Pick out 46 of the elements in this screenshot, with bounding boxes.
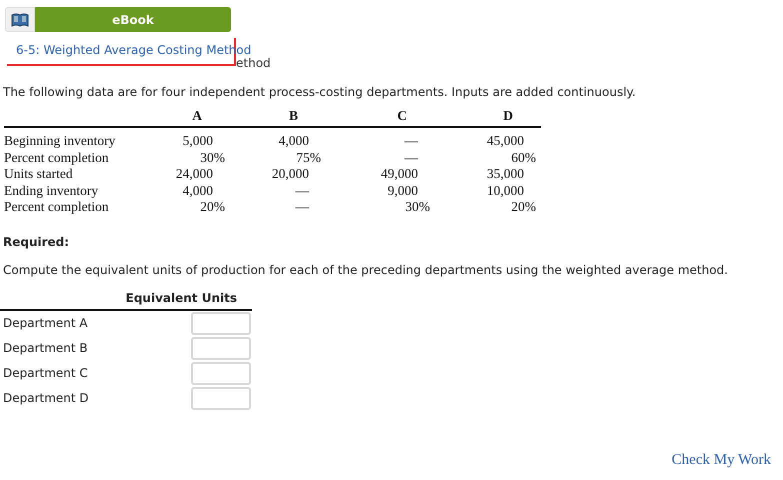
column-header: C <box>397 108 408 125</box>
table-cell-text: 9,000 <box>388 182 419 199</box>
check-my-work-link[interactable]: Check My Work <box>672 452 771 468</box>
heading-text: ethod <box>236 56 271 70</box>
table-cell-text: — <box>404 133 420 150</box>
table-cell-text: 45,000 <box>486 133 525 150</box>
table-cell: 30% <box>405 199 430 216</box>
answer-input[interactable] <box>191 386 251 410</box>
column-header: A <box>192 108 203 125</box>
table-cell: 20% <box>200 199 225 216</box>
intro-text: The following data are for four independent process-costing departments. Inputs are added continuously. <box>3 85 637 99</box>
instruction-text: Compute the equivalent units of production for each of the preceding departments using the weighted average method. <box>3 262 729 276</box>
row-label: Units started <box>4 166 74 182</box>
column-header: B <box>288 108 299 125</box>
column-header: D <box>503 108 514 125</box>
table-cell: 20% <box>511 199 536 216</box>
table-cell-text: 49,000 <box>380 166 419 182</box>
book-icon-button[interactable] <box>5 7 35 32</box>
column-header: Equivalent Units <box>126 290 237 304</box>
table-cell: 75% <box>296 150 321 166</box>
table-cell: 60% <box>511 150 536 166</box>
book-icon <box>11 12 29 26</box>
answer-input[interactable] <box>191 312 251 334</box>
table-cell-text: 4,000 <box>278 133 310 150</box>
row-label: Beginning inventory <box>4 133 116 150</box>
ebook-button[interactable]: eBook <box>35 7 231 32</box>
answer-input[interactable] <box>191 362 251 384</box>
table-cell-text: — <box>296 182 310 199</box>
department-label: Department D <box>3 391 89 405</box>
table-cell-text: — <box>404 150 420 166</box>
table-cell-text: 20,000 <box>272 166 310 182</box>
answer-input[interactable] <box>191 336 251 360</box>
row-label: Percent completion <box>4 199 110 216</box>
required-label: Required: <box>3 234 70 248</box>
row-label: Ending inventory <box>4 182 100 199</box>
table-cell-text: 4,000 <box>182 182 214 199</box>
table-cell-text: — <box>296 199 310 216</box>
department-label: Department B <box>3 341 88 355</box>
table-cell-text: 10,000 <box>486 182 525 199</box>
row-label: Percent completion <box>4 150 110 166</box>
table-cell-text: 5,000 <box>182 133 214 150</box>
table-cell: 30% <box>200 150 225 166</box>
department-label: Department A <box>3 316 88 330</box>
department-label: Department C <box>3 366 88 380</box>
table-cell-text: 35,000 <box>486 166 525 182</box>
table-cell-text: 24,000 <box>176 166 214 182</box>
